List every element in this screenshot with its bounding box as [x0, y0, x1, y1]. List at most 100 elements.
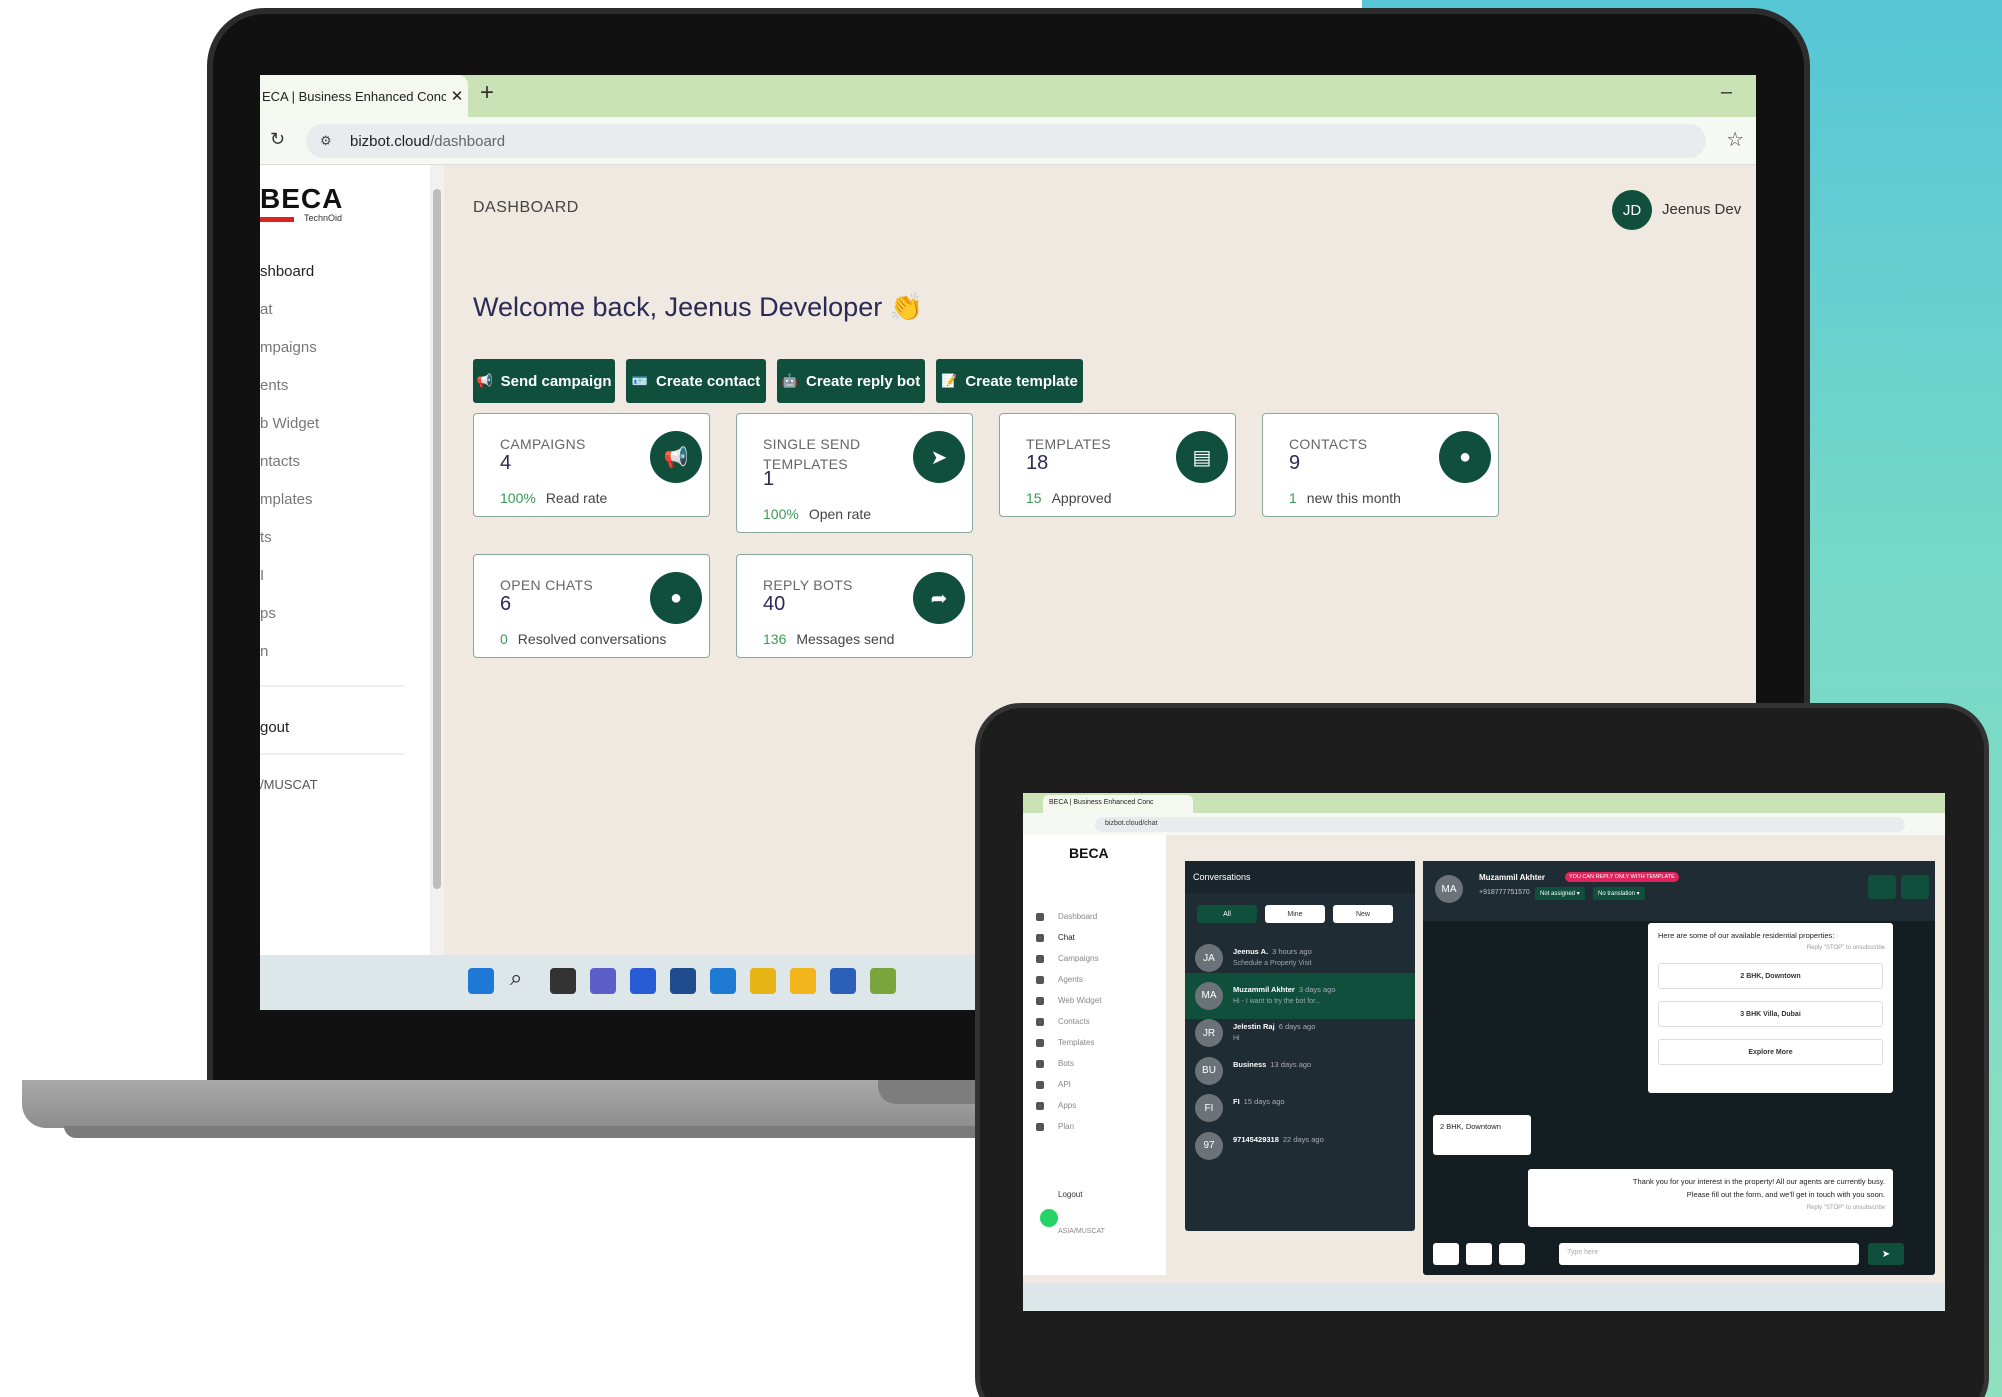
unsubscribe-note: Reply "STOP" to unsubscribe: [1806, 945, 1885, 951]
teams-icon[interactable]: [590, 968, 616, 994]
tablet-sidebar-item[interactable]: Chat: [1058, 933, 1075, 942]
sidebar-item[interactable]: mpaigns: [260, 339, 317, 356]
tablet-sidebar-item[interactable]: API: [1058, 1080, 1071, 1089]
property-options-message: Here are some of our available residenti…: [1648, 923, 1893, 1093]
sidebar-item[interactable]: at: [260, 301, 273, 318]
sidebar-item-logout[interactable]: gout: [260, 719, 289, 736]
sidebar-icon: [1036, 913, 1044, 921]
emoji-icon[interactable]: [1433, 1243, 1459, 1265]
sidebar-scrollbar[interactable]: [430, 165, 444, 955]
bookmark-star-icon[interactable]: ☆: [1726, 127, 1744, 152]
word-icon[interactable]: [830, 968, 856, 994]
tablet-sidebar-item[interactable]: Apps: [1058, 1101, 1076, 1110]
conversation-time: 3 hours ago: [1272, 947, 1312, 956]
beca-logo[interactable]: BECA: [260, 183, 343, 215]
sidebar-item[interactable]: ntacts: [260, 453, 300, 470]
browser-tab[interactable]: ECA | Business Enhanced Conc ✕: [260, 75, 468, 117]
new-tab-button[interactable]: +: [480, 79, 494, 107]
sidebar-item[interactable]: shboard: [260, 263, 314, 280]
quick-reply-option[interactable]: 3 BHK Villa, Dubai: [1658, 1001, 1883, 1027]
tablet-sidebar-item[interactable]: Web Widget: [1058, 996, 1101, 1005]
tablet-logo[interactable]: BECA: [1069, 845, 1109, 861]
conversation-avatar: FI: [1195, 1094, 1223, 1122]
chat-header: MA Muzammil Akhter YOU CAN REPLY ONLY WI…: [1423, 861, 1935, 921]
sidebar-icon: [1036, 1081, 1044, 1089]
chat-contact-phone: +918777751570: [1479, 889, 1530, 896]
filter-tab[interactable]: All: [1197, 905, 1257, 923]
tablet-sidebar-logout[interactable]: Logout: [1058, 1190, 1082, 1199]
sidebar-item[interactable]: b Widget: [260, 415, 319, 432]
app-icon[interactable]: [630, 968, 656, 994]
stat-card[interactable]: CAMPAIGNS 4 100% Read rate 📢: [473, 413, 710, 517]
tablet-url-input[interactable]: bizbot.cloud/chat: [1095, 817, 1905, 832]
tablet-sidebar-item[interactable]: Bots: [1058, 1059, 1074, 1068]
scrollbar-thumb[interactable]: [433, 189, 441, 889]
tablet-sidebar-item[interactable]: Agents: [1058, 975, 1083, 984]
stat-card-label: CONTACTS: [1289, 436, 1368, 452]
filter-tab[interactable]: Mine: [1265, 905, 1325, 923]
windows-start-icon[interactable]: [468, 968, 494, 994]
whatsapp-icon[interactable]: [1038, 1207, 1060, 1229]
sidebar-icon: [1036, 1039, 1044, 1047]
tablet-sidebar-item[interactable]: Templates: [1058, 1038, 1094, 1047]
sidebar-item[interactable]: n: [260, 643, 268, 660]
action-button[interactable]: 🤖 Create reply bot: [777, 359, 925, 403]
bot-icon: 🤖: [781, 373, 798, 388]
filter-tab[interactable]: New: [1333, 905, 1393, 923]
sidebar-icon: [1036, 1123, 1044, 1131]
sidebar-icon: [1036, 997, 1044, 1005]
assign-dropdown[interactable]: Not assigned ▾: [1535, 887, 1585, 900]
stat-card-value: 40: [763, 593, 786, 615]
powerbi-icon[interactable]: [750, 968, 776, 994]
tablet-sidebar-item[interactable]: Contacts: [1058, 1017, 1090, 1026]
contact-name: Muzammil Akhter: [1233, 984, 1295, 994]
search-icon[interactable]: ⌕: [510, 965, 536, 991]
vscode-icon[interactable]: [710, 968, 736, 994]
task-view-icon[interactable]: [550, 968, 576, 994]
minimize-button[interactable]: –: [1721, 81, 1732, 104]
quick-reply-option[interactable]: Explore More: [1658, 1039, 1883, 1065]
site-settings-icon[interactable]: ⚙: [320, 133, 350, 149]
reload-icon[interactable]: ↻: [270, 129, 285, 150]
conversation-preview: Hi: [1233, 1035, 1240, 1042]
sidebar-item[interactable]: mplates: [260, 491, 313, 508]
sidebar-item[interactable]: I: [260, 567, 264, 584]
sidebar-icon: [1036, 1102, 1044, 1110]
stat-card[interactable]: OPEN CHATS 6 0 Resolved conversations ●: [473, 554, 710, 658]
action-button[interactable]: 📢 Send campaign: [473, 359, 615, 403]
conversation-item[interactable]: 97 97145429318 22 days ago: [1185, 1123, 1415, 1169]
icon-glyph: ➤: [930, 446, 948, 469]
sidebar-item[interactable]: ts: [260, 529, 272, 546]
tablet-sidebar-item[interactable]: Plan: [1058, 1122, 1074, 1131]
stat-card[interactable]: SINGLE SEND TEMPLATES 1 100% Open rate ➤: [736, 413, 973, 533]
stat-card[interactable]: TEMPLATES 18 15 Approved ▤: [999, 413, 1236, 517]
sidebar-item[interactable]: ps: [260, 605, 276, 622]
stat-card[interactable]: REPLY BOTS 40 136 Messages send ➦: [736, 554, 973, 658]
tablet-sidebar-item[interactable]: Dashboard: [1058, 912, 1097, 921]
conversation-avatar: JA: [1195, 944, 1223, 972]
sidebar-item[interactable]: ents: [260, 377, 288, 394]
template-icon[interactable]: [1466, 1243, 1492, 1265]
close-icon[interactable]: ✕: [446, 87, 468, 105]
avatar[interactable]: JD: [1612, 190, 1652, 230]
translation-dropdown[interactable]: No translation ▾: [1593, 887, 1645, 900]
store-icon[interactable]: [670, 968, 696, 994]
icon-glyph: ▤: [1192, 446, 1212, 469]
url-input[interactable]: ⚙ bizbot.cloud/dashboard: [306, 124, 1706, 158]
quick-reply-option[interactable]: 2 BHK, Downtown: [1658, 963, 1883, 989]
tablet-sidebar-item[interactable]: Campaigns: [1058, 954, 1098, 963]
template-only-badge: YOU CAN REPLY ONLY WITH TEMPLATE: [1565, 872, 1679, 882]
paint-icon[interactable]: [870, 968, 896, 994]
attachment-icon[interactable]: [1499, 1243, 1525, 1265]
user-name[interactable]: Jeenus Dev: [1662, 201, 1741, 218]
chat-avatar[interactable]: MA: [1435, 875, 1463, 903]
tablet-browser-tab[interactable]: BECA | Business Enhanced Conc: [1043, 795, 1193, 813]
file-explorer-icon[interactable]: [790, 968, 816, 994]
share-arrow-icon[interactable]: [1901, 875, 1929, 899]
message-input[interactable]: Type here: [1559, 1243, 1859, 1265]
stat-card[interactable]: CONTACTS 9 1 new this month ●: [1262, 413, 1499, 517]
send-button[interactable]: ➤: [1868, 1243, 1904, 1265]
copy-icon[interactable]: [1868, 875, 1896, 899]
action-button[interactable]: 🪪 Create contact: [626, 359, 766, 403]
action-button[interactable]: 📝 Create template: [936, 359, 1083, 403]
